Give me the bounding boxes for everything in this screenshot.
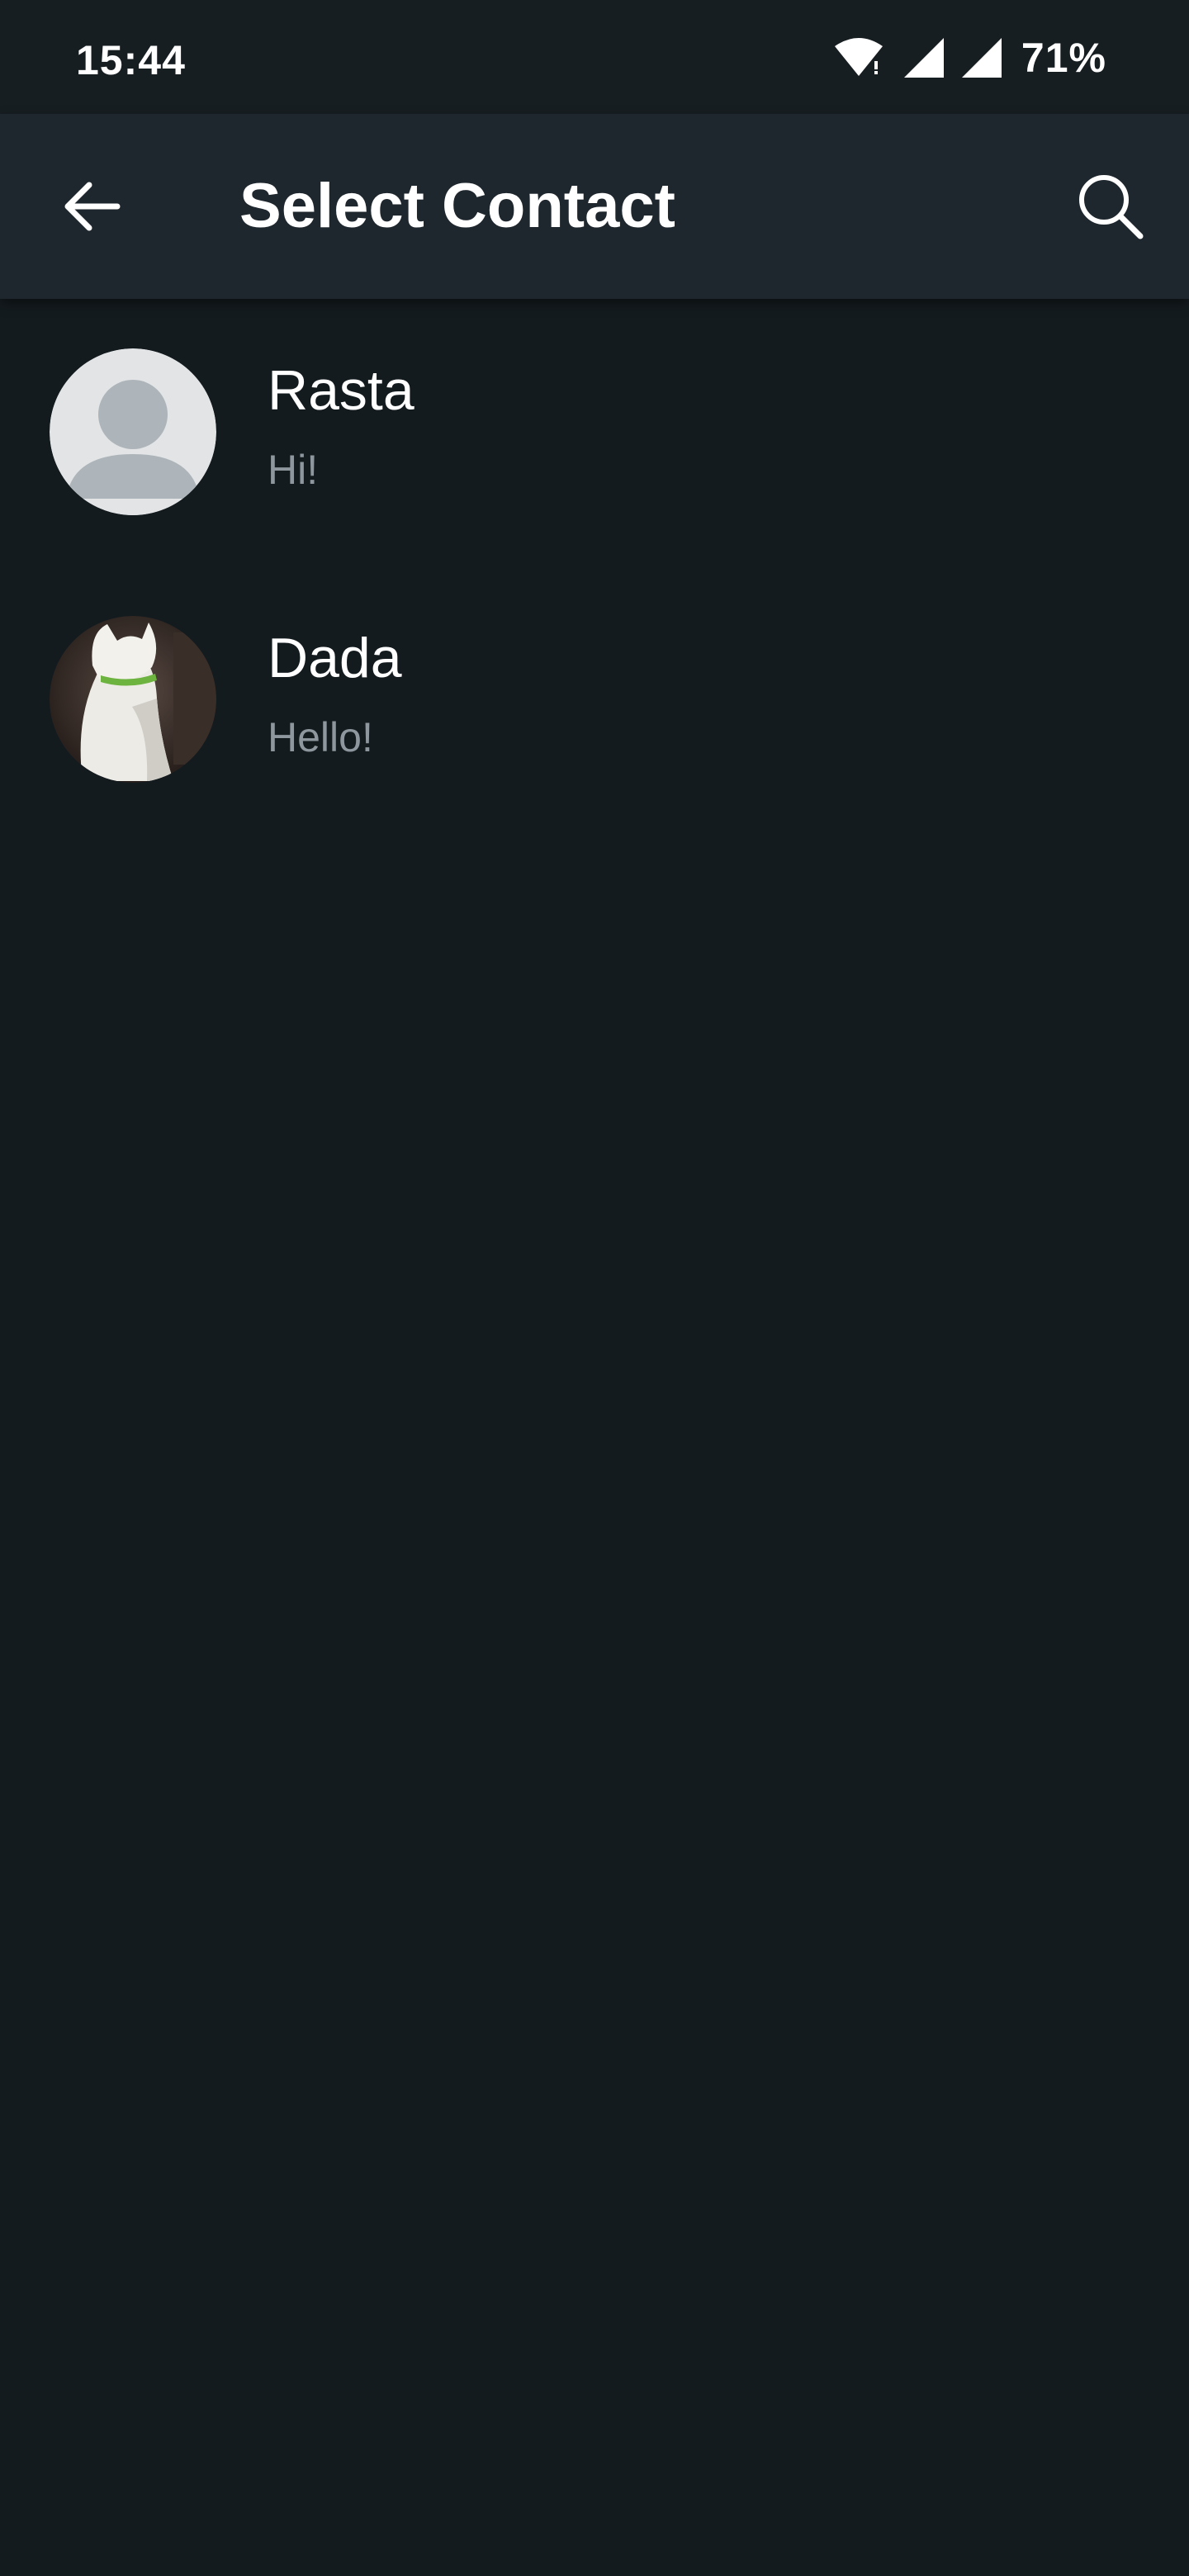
contact-list: Rasta Hi! Dada Hello!: [0, 299, 1189, 834]
battery-level: 71%: [1021, 35, 1106, 81]
status-icons: 71%: [831, 33, 1106, 83]
contact-name: Dada: [268, 627, 402, 689]
signal-icon: [903, 38, 944, 78]
contact-status: Hello!: [268, 714, 373, 760]
contact-row-dada[interactable]: Dada Hello!: [0, 566, 1189, 834]
signal-icon: [961, 38, 1002, 78]
contact-row-rasta[interactable]: Rasta Hi!: [0, 299, 1189, 566]
default-avatar-icon: [50, 348, 216, 515]
app-bar: Select Contact: [0, 114, 1189, 299]
back-button[interactable]: [50, 165, 132, 248]
search-icon: [1079, 175, 1144, 239]
wifi-icon: [834, 38, 883, 76]
screen: 15:44 71% Select Contact Rasta Hi! Dada …: [0, 0, 1189, 2576]
contact-name: Rasta: [268, 359, 414, 422]
avatar: [50, 348, 216, 515]
arrow-back-icon: [64, 182, 121, 231]
cat-photo: [50, 616, 216, 783]
search-button[interactable]: [1065, 165, 1156, 248]
status-bar: 15:44 71%: [0, 0, 1189, 114]
page-title: Select Contact: [239, 171, 675, 241]
avatar: [50, 616, 216, 783]
contact-status: Hi!: [268, 447, 319, 493]
status-time: 15:44: [76, 37, 186, 83]
